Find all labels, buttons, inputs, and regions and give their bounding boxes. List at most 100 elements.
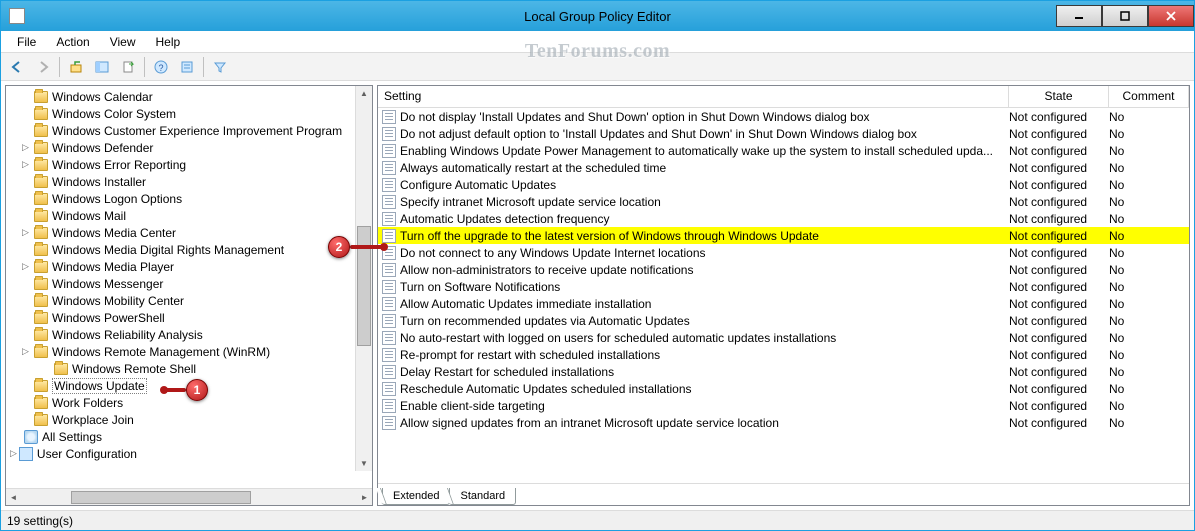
- expand-icon[interactable]: ▷: [10, 448, 17, 459]
- tree-item[interactable]: Windows Messenger: [6, 275, 372, 292]
- tree-item-label: Windows Media Player: [52, 260, 174, 274]
- setting-row[interactable]: Allow signed updates from an intranet Mi…: [378, 414, 1189, 431]
- tree-item[interactable]: Windows Logon Options: [6, 190, 372, 207]
- setting-row[interactable]: Turn off the upgrade to the latest versi…: [378, 227, 1189, 244]
- scroll-left-icon[interactable]: ◄: [6, 490, 21, 505]
- setting-name: Always automatically restart at the sche…: [400, 161, 1009, 175]
- filter-button[interactable]: [208, 56, 232, 78]
- tree-item[interactable]: Windows Update: [6, 377, 372, 394]
- setting-row[interactable]: Do not adjust default option to 'Install…: [378, 125, 1189, 142]
- setting-row[interactable]: Do not display 'Install Updates and Shut…: [378, 108, 1189, 125]
- maximize-button[interactable]: [1102, 5, 1148, 27]
- policy-icon: [382, 416, 396, 430]
- setting-row[interactable]: Allow Automatic Updates immediate instal…: [378, 295, 1189, 312]
- setting-row[interactable]: Enabling Windows Update Power Management…: [378, 142, 1189, 159]
- back-button[interactable]: [5, 56, 29, 78]
- setting-row[interactable]: Enable client-side targetingNot configur…: [378, 397, 1189, 414]
- tree-item[interactable]: ▷Windows Media Center: [6, 224, 372, 241]
- up-button[interactable]: [64, 56, 88, 78]
- policy-icon: [382, 144, 396, 158]
- minimize-button[interactable]: [1056, 5, 1102, 27]
- expand-icon[interactable]: ▷: [22, 262, 31, 271]
- expand-icon[interactable]: ▷: [22, 228, 31, 237]
- folder-icon: [34, 278, 48, 290]
- setting-comment: No: [1109, 382, 1189, 396]
- tree-item-all-settings[interactable]: All Settings: [6, 428, 372, 445]
- tree-item-label: Work Folders: [52, 396, 123, 410]
- setting-row[interactable]: Reschedule Automatic Updates scheduled i…: [378, 380, 1189, 397]
- menu-action[interactable]: Action: [48, 33, 97, 51]
- tree-item[interactable]: Windows Installer: [6, 173, 372, 190]
- tree-vertical-scrollbar[interactable]: ▲ ▼: [355, 86, 372, 471]
- expand-icon[interactable]: ▷: [22, 143, 31, 152]
- tree-item[interactable]: Windows Mail: [6, 207, 372, 224]
- menu-help[interactable]: Help: [148, 33, 189, 51]
- policy-icon: [382, 110, 396, 124]
- tree-item[interactable]: Windows Mobility Center: [6, 292, 372, 309]
- tree-item[interactable]: Windows Reliability Analysis: [6, 326, 372, 343]
- setting-row[interactable]: Turn on recommended updates via Automati…: [378, 312, 1189, 329]
- show-hide-tree-button[interactable]: [90, 56, 114, 78]
- policy-icon: [382, 382, 396, 396]
- setting-row[interactable]: Specify intranet Microsoft update servic…: [378, 193, 1189, 210]
- tab-extended[interactable]: Extended: [382, 488, 450, 505]
- column-state[interactable]: State: [1009, 86, 1109, 107]
- setting-row[interactable]: Configure Automatic UpdatesNot configure…: [378, 176, 1189, 193]
- tree-item[interactable]: ▷Windows Error Reporting: [6, 156, 372, 173]
- policy-icon: [382, 263, 396, 277]
- tree-item[interactable]: Windows Remote Shell: [6, 360, 372, 377]
- statusbar: 19 setting(s): [1, 510, 1194, 530]
- setting-row[interactable]: Turn on Software NotificationsNot config…: [378, 278, 1189, 295]
- scroll-right-icon[interactable]: ►: [357, 490, 372, 505]
- setting-row[interactable]: Delay Restart for scheduled installation…: [378, 363, 1189, 380]
- forward-button[interactable]: [31, 56, 55, 78]
- export-button[interactable]: [116, 56, 140, 78]
- properties-button[interactable]: [175, 56, 199, 78]
- tree-item[interactable]: ▷ Windows Media Player: [6, 258, 372, 275]
- folder-icon: [34, 210, 48, 222]
- tree-item[interactable]: Windows PowerShell: [6, 309, 372, 326]
- tree-item-label: Windows PowerShell: [52, 311, 165, 325]
- menu-view[interactable]: View: [102, 33, 144, 51]
- tree-horizontal-scrollbar[interactable]: ◄ ►: [6, 488, 372, 505]
- scroll-thumb[interactable]: [71, 491, 251, 504]
- setting-name: Allow Automatic Updates immediate instal…: [400, 297, 1009, 311]
- tree-item[interactable]: ▷Windows Defender: [6, 139, 372, 156]
- tree-body[interactable]: Windows CalendarWindows Color SystemWind…: [6, 86, 372, 488]
- tree-item[interactable]: Work Folders: [6, 394, 372, 411]
- scroll-thumb[interactable]: [357, 226, 371, 346]
- folder-icon: [34, 329, 48, 341]
- expand-icon[interactable]: ▷: [22, 347, 31, 356]
- scroll-down-icon[interactable]: ▼: [357, 456, 371, 471]
- setting-comment: No: [1109, 314, 1189, 328]
- tree-item[interactable]: Windows Media Digital Rights Management: [6, 241, 372, 258]
- scroll-up-icon[interactable]: ▲: [357, 86, 371, 101]
- tree-item[interactable]: Workplace Join: [6, 411, 372, 428]
- setting-row[interactable]: Do not connect to any Windows Update Int…: [378, 244, 1189, 261]
- tree-item-label: Windows Installer: [52, 175, 146, 189]
- tree-item[interactable]: Windows Calendar: [6, 88, 372, 105]
- menubar: File Action View Help: [1, 31, 1194, 53]
- column-setting[interactable]: Setting: [378, 86, 1009, 107]
- menu-file[interactable]: File: [9, 33, 44, 51]
- titlebar[interactable]: Local Group Policy Editor: [1, 1, 1194, 31]
- folder-icon: [34, 312, 48, 324]
- tree-item[interactable]: Windows Color System: [6, 105, 372, 122]
- setting-row[interactable]: Re-prompt for restart with scheduled ins…: [378, 346, 1189, 363]
- setting-row[interactable]: Allow non-administrators to receive upda…: [378, 261, 1189, 278]
- expand-icon[interactable]: ▷: [22, 160, 31, 169]
- close-button[interactable]: [1148, 5, 1194, 27]
- help-button[interactable]: ?: [149, 56, 173, 78]
- setting-row[interactable]: No auto-restart with logged on users for…: [378, 329, 1189, 346]
- policy-icon: [382, 229, 396, 243]
- settings-list[interactable]: Do not display 'Install Updates and Shut…: [378, 108, 1189, 483]
- setting-row[interactable]: Automatic Updates detection frequencyNot…: [378, 210, 1189, 227]
- tree-root-user-config[interactable]: ▷User Configuration: [6, 445, 372, 462]
- tree-item[interactable]: ▷Windows Remote Management (WinRM): [6, 343, 372, 360]
- setting-row[interactable]: Always automatically restart at the sche…: [378, 159, 1189, 176]
- tree-item[interactable]: Windows Customer Experience Improvement …: [6, 122, 372, 139]
- column-comment[interactable]: Comment: [1109, 86, 1189, 107]
- folder-icon: [54, 363, 68, 375]
- setting-comment: No: [1109, 348, 1189, 362]
- tab-standard[interactable]: Standard: [449, 488, 516, 505]
